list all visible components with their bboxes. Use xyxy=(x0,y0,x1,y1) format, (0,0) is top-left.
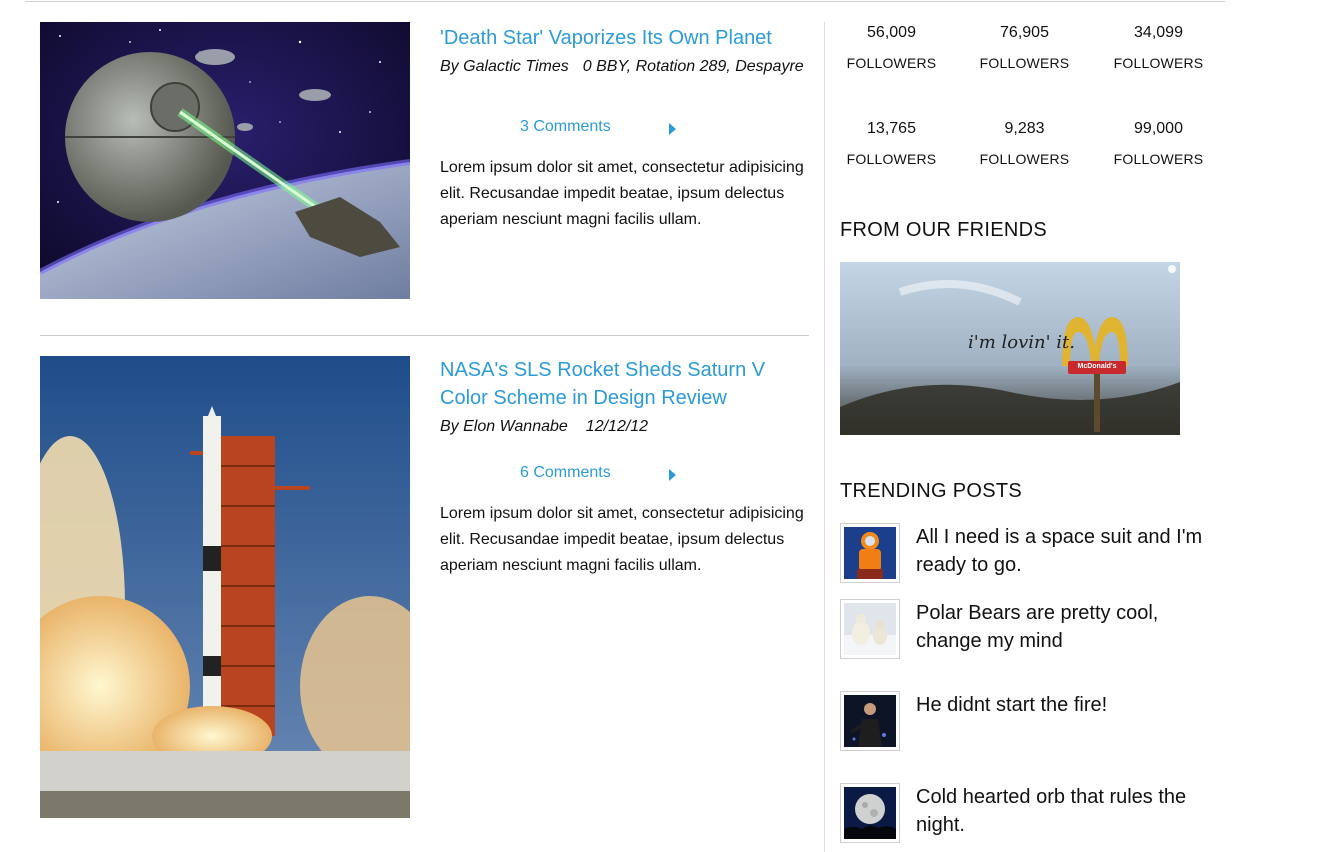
article-body: NASA's SLS Rocket Sheds Saturn V Color S… xyxy=(440,356,810,579)
trending-post-title[interactable]: Polar Bears are pretty cool, change my m… xyxy=(916,599,1206,655)
trending-post-title[interactable]: All I need is a space suit and I'm ready… xyxy=(916,523,1206,579)
article-author: By Galactic Times xyxy=(440,58,569,75)
trending-post-title[interactable]: He didnt start the fire! xyxy=(916,691,1206,719)
moon-thumbnail[interactable] xyxy=(840,783,900,843)
article-author: By Elon Wannabe xyxy=(440,418,568,435)
ad-brand: McDonald's xyxy=(1077,363,1117,370)
follower-count: 76,905 xyxy=(1000,24,1049,41)
follower-stat[interactable]: 13,765 FOLLOWERS xyxy=(825,118,958,167)
article-byline: By Elon Wannabe 12/12/12 xyxy=(440,418,810,436)
article-date: 0 BBY, Rotation 289, Despayre xyxy=(582,58,804,75)
follower-label: FOLLOWERS xyxy=(979,55,1070,71)
astronaut-thumbnail[interactable] xyxy=(840,523,900,583)
follower-stat[interactable]: 9,283 FOLLOWERS xyxy=(958,118,1091,167)
article-excerpt: Lorem ipsum dolor sit amet, consectetur … xyxy=(440,159,804,228)
follower-stat[interactable]: 76,905 FOLLOWERS xyxy=(958,22,1091,71)
comments-row: 3 Comments xyxy=(440,118,810,142)
rocket-launch-image[interactable] xyxy=(40,356,410,818)
death-star-image[interactable] xyxy=(40,22,410,299)
polar-bears-thumbnail[interactable] xyxy=(840,599,900,659)
article-byline: By Galactic Times 0 BBY, Rotation 289, De… xyxy=(440,58,810,76)
follower-stat[interactable]: 99,000 FOLLOWERS xyxy=(1092,118,1225,167)
friends-heading: FROM OUR FRIENDS xyxy=(840,219,1048,241)
follower-count: 13,765 xyxy=(867,120,916,137)
ad-info-icon[interactable] xyxy=(1168,265,1176,273)
follower-label: FOLLOWERS xyxy=(846,55,937,71)
follower-label: FOLLOWERS xyxy=(1113,55,1204,71)
ad-slogan: i'm lovin' it. xyxy=(968,332,1075,353)
article-card: NASA's SLS Rocket Sheds Saturn V Color S… xyxy=(40,356,810,818)
article-title-link[interactable]: 'Death Star' Vaporizes Its Own Planet xyxy=(440,24,810,52)
follower-stat[interactable]: 34,099 FOLLOWERS xyxy=(1092,22,1225,71)
article-card: 'Death Star' Vaporizes Its Own Planet By… xyxy=(40,22,810,299)
follower-count: 99,000 xyxy=(1134,120,1183,137)
caret-right-icon[interactable] xyxy=(669,469,676,481)
comments-link[interactable]: 3 Comments xyxy=(520,118,611,136)
follower-count: 9,283 xyxy=(1004,120,1045,137)
follower-count: 34,099 xyxy=(1134,24,1183,41)
trending-post-title[interactable]: Cold hearted orb that rules the night. xyxy=(916,783,1206,839)
singer-thumbnail[interactable] xyxy=(840,691,900,751)
article-excerpt: Lorem ipsum dolor sit amet, consectetur … xyxy=(440,505,804,574)
article-date: 12/12/12 xyxy=(585,418,649,435)
follower-label: FOLLOWERS xyxy=(1113,151,1204,167)
ad-banner[interactable]: i'm lovin' it. McDonald's xyxy=(840,262,1180,435)
follower-label: FOLLOWERS xyxy=(846,151,937,167)
top-divider xyxy=(25,1,1225,2)
comments-link[interactable]: 6 Comments xyxy=(520,464,611,482)
caret-right-icon[interactable] xyxy=(669,123,676,135)
article-body: 'Death Star' Vaporizes Its Own Planet By… xyxy=(440,22,810,233)
trending-heading: TRENDING POSTS xyxy=(840,480,1022,502)
follower-stat[interactable]: 56,009 FOLLOWERS xyxy=(825,22,958,71)
article-divider xyxy=(40,335,809,336)
comments-row: 6 Comments xyxy=(440,464,810,488)
article-title-link[interactable]: NASA's SLS Rocket Sheds Saturn V Color S… xyxy=(440,356,810,412)
follower-count: 56,009 xyxy=(867,24,916,41)
follower-label: FOLLOWERS xyxy=(979,151,1070,167)
